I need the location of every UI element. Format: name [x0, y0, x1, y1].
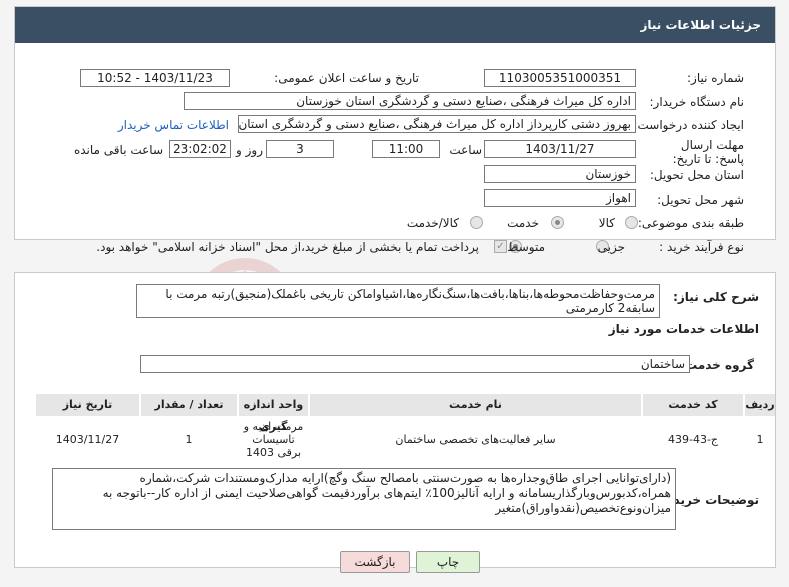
buyer-contact-link[interactable]: اطلاعات تماس خریدار — [118, 118, 229, 132]
buyer-org-label: نام دستگاه خریدار: — [649, 95, 745, 109]
city-label: شهر محل تحویل: — [657, 193, 744, 207]
print-button[interactable]: چاپ — [416, 551, 480, 573]
remaining-time-field[interactable]: 23:02:02 — [169, 140, 231, 158]
row-qty: 1 — [185, 432, 193, 446]
province-label: استان محل تحویل: — [649, 168, 744, 182]
col-header-unit: واحد اندازه گیری — [239, 394, 308, 433]
deadline-time-label: ساعت — [449, 143, 482, 157]
service-group-label: گروه خدمت: — [680, 358, 754, 372]
col-header-qty: تعداد / مقدار — [141, 394, 237, 416]
remaining-days-field[interactable]: 3 — [266, 140, 334, 158]
category-option-goods-service: کالا/خدمت — [406, 216, 459, 230]
back-button[interactable]: بازگشت — [340, 551, 410, 573]
need-summary-label: شرح کلی نیاز: — [673, 290, 759, 304]
deadline-time-field[interactable]: 11:00 — [372, 140, 440, 158]
process-type-label: نوع فرآیند خرید : — [659, 240, 744, 254]
requester-field[interactable]: بهروز دشتی کارپرداز اداره کل میراث فرهنگ… — [238, 115, 636, 133]
requester-label: ایجاد کننده درخواست: — [633, 118, 744, 132]
deadline-date-field[interactable]: 1403/11/27 — [484, 140, 636, 158]
process-option-minor: جزیی — [597, 240, 625, 254]
buyer-org-field[interactable]: اداره کل میراث فرهنگی ،صنایع دستی و گردش… — [184, 92, 636, 110]
row-unit: مرمت ابنیه و تاسیسات برقی 1403 — [243, 419, 304, 459]
remaining-time-label: ساعت باقی مانده — [73, 143, 163, 157]
announce-datetime-field[interactable]: 1403/11/23 - 10:52 — [80, 69, 230, 87]
treasury-payment-checkbox[interactable]: ✓ — [494, 240, 507, 253]
col-header-index: ردیف — [745, 394, 775, 416]
row-name: سایر فعالیت‌های تخصصی ساختمان — [395, 432, 556, 446]
category-radio-goods-service[interactable] — [470, 216, 483, 229]
page-header: جزئیات اطلاعات نیاز — [15, 7, 775, 43]
service-group-field[interactable]: ساختمان — [140, 355, 690, 373]
category-label: طبقه بندی موضوعی: — [637, 216, 744, 230]
need-number-label: شماره نیاز: — [687, 71, 744, 85]
announce-datetime-label: تاریخ و ساعت اعلان عمومی: — [274, 71, 419, 85]
col-header-name: نام خدمت — [310, 394, 641, 416]
page-title: جزئیات اطلاعات نیاز — [640, 18, 761, 32]
col-header-date: تاریخ نیاز — [36, 394, 139, 416]
deadline-label: مهلت ارسال پاسخ: تا تاریخ: — [672, 138, 744, 166]
category-radio-service[interactable] — [551, 216, 564, 229]
treasury-payment-note: پرداخت تمام یا بخشی از مبلغ خرید،از محل … — [96, 240, 479, 254]
row-date: 1403/11/27 — [55, 432, 120, 446]
col-header-code: کد خدمت — [643, 394, 743, 416]
days-label: روز و — [236, 143, 263, 157]
buyer-notes-textarea[interactable]: (دارای‌توانایی اجرای طاق‌وجداره‌ها به صو… — [52, 468, 676, 530]
category-radio-goods[interactable] — [625, 216, 638, 229]
row-code: ج-43-439 — [667, 432, 719, 446]
services-section-title: اطلاعات خدمات مورد نیاز — [608, 322, 759, 336]
process-option-medium: متوسط — [507, 240, 545, 254]
city-field[interactable]: اهواز — [484, 189, 636, 207]
row-index: 1 — [756, 432, 764, 446]
category-option-goods: کالا — [598, 216, 615, 230]
need-number-field[interactable]: 1103005351000351 — [484, 69, 636, 87]
province-field[interactable]: خوزستان — [484, 165, 636, 183]
need-summary-textarea[interactable]: مرمت‌وحفاظت‌محوطه‌ها،بناها،بافت‌ها،سنگ‌ن… — [136, 284, 660, 318]
category-option-service: خدمت — [507, 216, 539, 230]
